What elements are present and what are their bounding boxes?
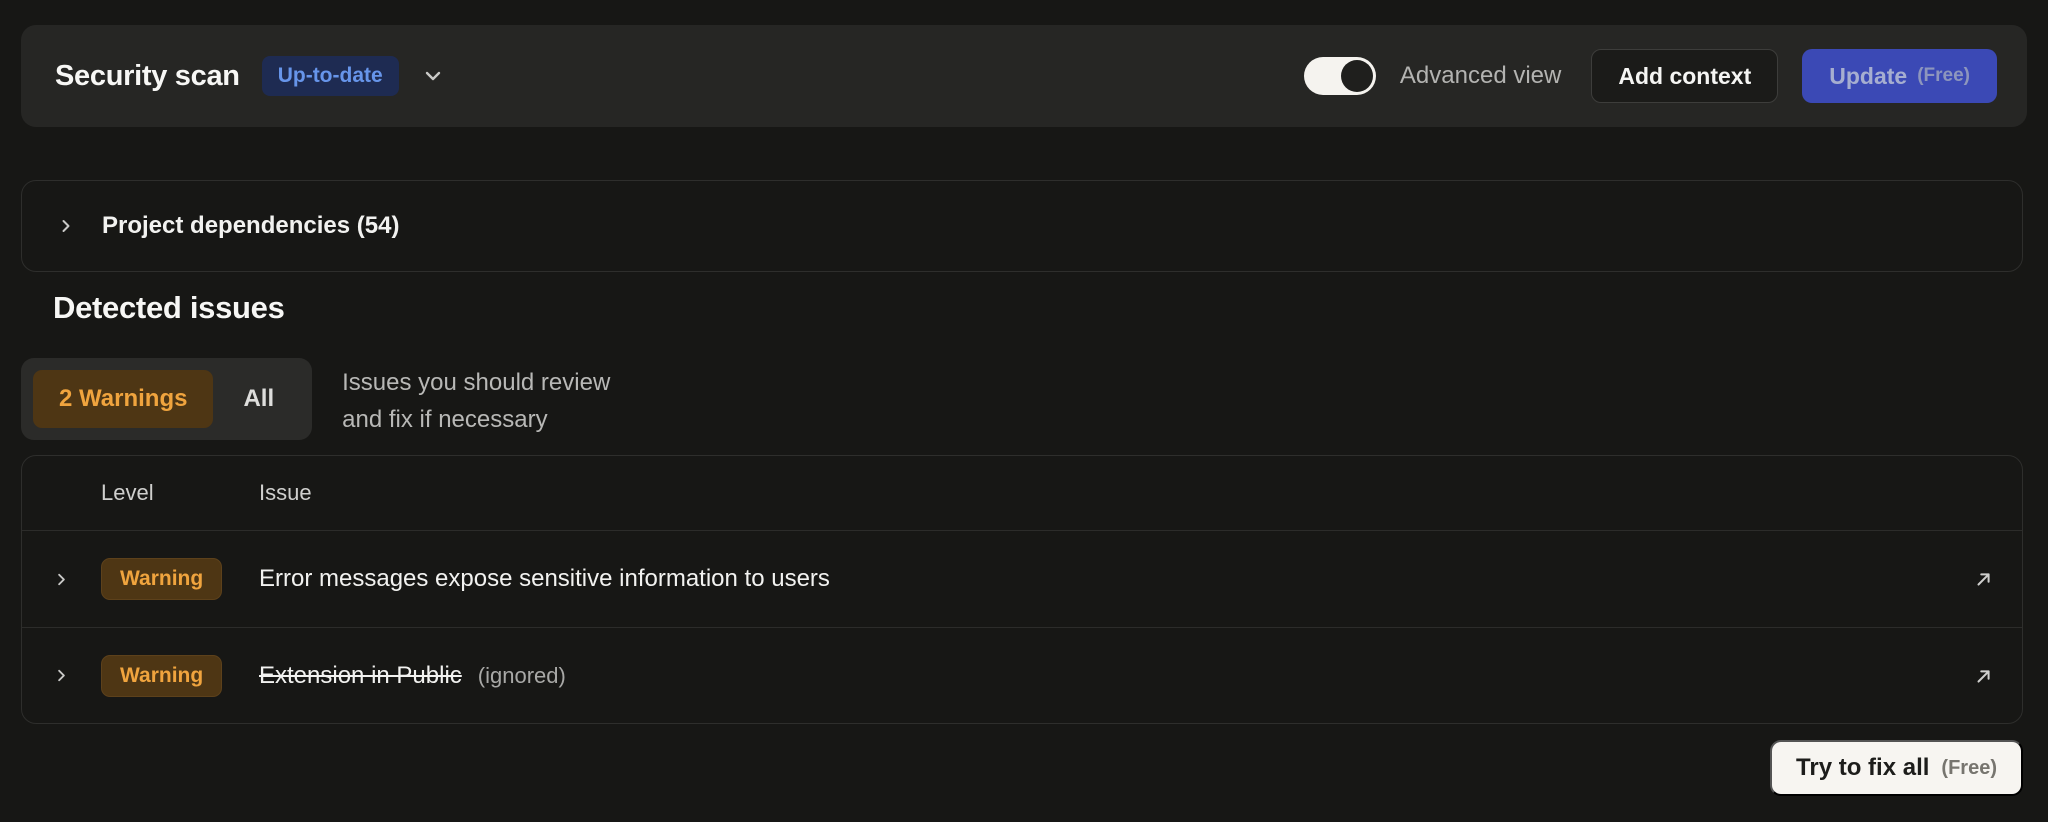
fix-all-sublabel: (Free) (1941, 757, 1997, 780)
table-row[interactable]: Warning Error messages expose sensitive … (22, 531, 2022, 627)
table-row[interactable]: Warning Extension in Public (ignored) (22, 627, 2022, 723)
try-to-fix-all-button[interactable]: Try to fix all (Free) (1770, 740, 2023, 796)
status-badge: Up-to-date (262, 56, 399, 96)
level-badge: Warning (101, 655, 222, 697)
chevron-right-icon[interactable] (22, 666, 101, 685)
issues-table-header: Level Issue (22, 456, 2022, 531)
tab-warnings[interactable]: 2 Warnings (33, 370, 213, 428)
header-actions: Advanced view Add context Update (Free) (1304, 49, 1997, 103)
project-dependencies-row[interactable]: Project dependencies (54) (21, 180, 2023, 272)
issue-suffix: (ignored) (478, 663, 566, 689)
page-title: Security scan (55, 60, 240, 93)
chevron-down-icon[interactable] (421, 64, 445, 88)
issues-description-line1: Issues you should review (342, 364, 610, 401)
chevron-right-icon[interactable] (56, 216, 76, 236)
issues-description-line2: and fix if necessary (342, 401, 610, 438)
advanced-view-toggle[interactable] (1304, 57, 1376, 95)
tab-all[interactable]: All (217, 370, 300, 428)
arrow-up-right-icon[interactable] (1946, 568, 2022, 590)
issues-table: Level Issue Warning Error messages expos… (21, 455, 2023, 724)
level-badge: Warning (101, 558, 222, 600)
update-button-sublabel: (Free) (1917, 65, 1970, 87)
chevron-right-icon[interactable] (22, 570, 101, 589)
column-header-issue: Issue (259, 480, 1946, 506)
fix-all-label: Try to fix all (1796, 754, 1929, 782)
project-dependencies-label: Project dependencies (54) (102, 212, 399, 240)
issue-cell: Error messages expose sensitive informat… (259, 565, 1946, 593)
update-button[interactable]: Update (Free) (1802, 49, 1997, 103)
toggle-knob (1341, 60, 1373, 92)
issues-filter-row: 2 Warnings All Issues you should review … (21, 358, 610, 440)
advanced-view-label: Advanced view (1400, 62, 1561, 90)
header-bar: Security scan Up-to-date Advanced view A… (21, 25, 2027, 127)
detected-issues-heading: Detected issues (53, 290, 285, 326)
add-context-button[interactable]: Add context (1591, 49, 1778, 103)
issue-text: Error messages expose sensitive informat… (259, 565, 830, 593)
issues-description: Issues you should review and fix if nece… (342, 364, 610, 438)
column-header-level: Level (101, 480, 259, 506)
header-title-group: Security scan Up-to-date (55, 56, 445, 96)
issue-cell: Extension in Public (ignored) (259, 662, 1946, 690)
arrow-up-right-icon[interactable] (1946, 665, 2022, 687)
issues-filter-tabs: 2 Warnings All (21, 358, 312, 440)
update-button-label: Update (1829, 63, 1907, 90)
issue-text: Extension in Public (259, 662, 462, 690)
